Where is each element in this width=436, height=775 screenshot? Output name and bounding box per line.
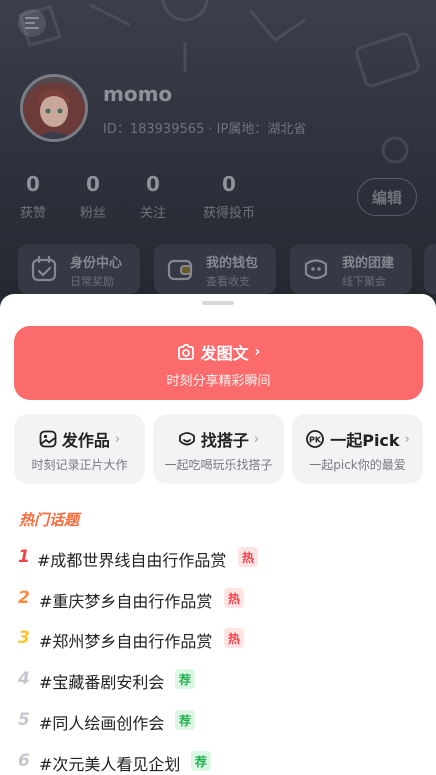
quick-card-identity-title: 身份中心 xyxy=(70,256,123,271)
quick-card-team-sub: 线下聚会 xyxy=(342,275,386,288)
topic-rank: 6 xyxy=(18,751,30,771)
topic-rank: 2 xyxy=(18,588,30,608)
stat-following-count: 0 xyxy=(146,172,160,196)
post-image-text-title: 发图文 xyxy=(200,344,249,363)
stat-fans-count: 0 xyxy=(86,172,100,196)
chevron-right-icon: › xyxy=(404,431,410,447)
stat-coins-label: 获得投币 xyxy=(202,206,255,221)
sheet-grabber[interactable] xyxy=(202,301,234,305)
avatar[interactable] xyxy=(20,74,88,142)
stat-coins[interactable]: 0 获得投币 xyxy=(198,172,260,221)
group-face-icon xyxy=(304,259,328,280)
wallet-icon xyxy=(167,259,193,281)
post-work-button[interactable]: 发作品 › 时刻记录正片大作 xyxy=(14,414,145,484)
chevron-right-icon: › xyxy=(254,344,261,360)
username: momo xyxy=(103,82,173,106)
image-icon xyxy=(39,430,57,448)
edit-profile-button[interactable]: 编辑 xyxy=(357,178,417,216)
pick-together-title: 一起Pick xyxy=(330,431,400,450)
stat-likes-label: 获赞 xyxy=(19,206,46,221)
svg-text:PK: PK xyxy=(309,436,322,445)
topic-name: #郑州梦乡自由行作品赏 xyxy=(39,632,213,651)
stat-fans-label: 粉丝 xyxy=(79,206,106,221)
topic-rank: 3 xyxy=(18,628,30,648)
post-image-text-button[interactable]: 发图文 › 时刻分享精彩瞬间 xyxy=(14,326,423,400)
topic-item[interactable]: 4 #宝藏番剧安利会 荐 xyxy=(0,667,436,692)
recommend-badge: 荐 xyxy=(175,669,195,689)
pick-together-button[interactable]: PK 一起Pick › 一起pick你的最爱 xyxy=(292,414,423,484)
hot-topics-heading: 热门话题 xyxy=(19,511,80,529)
quick-card-team[interactable]: 我的团建 线下聚会 xyxy=(290,244,412,294)
calendar-icon xyxy=(31,256,57,282)
find-partner-button[interactable]: 找搭子 › 一起吃喝玩乐找搭子 xyxy=(153,414,284,484)
post-image-text-sub: 时刻分享精彩瞬间 xyxy=(166,374,271,389)
hot-badge: 热 xyxy=(224,588,244,608)
quick-card-identity[interactable]: 身份中心 日常奖励 xyxy=(18,244,140,294)
menu-icon xyxy=(25,17,39,29)
topic-name: #重庆梦乡自由行作品赏 xyxy=(39,592,213,611)
quick-card-identity-sub: 日常奖励 xyxy=(70,275,114,288)
topic-name: #同人绘画创作会 xyxy=(39,714,165,733)
topic-rank: 4 xyxy=(18,669,30,689)
chevron-right-icon: › xyxy=(253,431,260,447)
pick-together-sub: 一起pick你的最爱 xyxy=(309,458,406,472)
find-partner-sub: 一起吃喝玩乐找搭子 xyxy=(164,458,273,472)
quick-card-wallet-sub: 查看收支 xyxy=(206,275,250,288)
stat-coins-count: 0 xyxy=(222,172,236,196)
user-id-location: ID：183939565 · IP属地：湖北省 xyxy=(103,122,307,137)
camera-icon xyxy=(177,344,194,360)
quick-card-team-title: 我的团建 xyxy=(342,256,395,271)
hot-badge: 热 xyxy=(224,628,244,648)
post-work-title: 发作品 xyxy=(61,431,110,450)
menu-button[interactable] xyxy=(18,9,46,37)
stat-fans[interactable]: 0 粉丝 xyxy=(76,172,110,221)
find-partner-title: 找搭子 xyxy=(200,431,249,450)
stat-likes[interactable]: 0 获赞 xyxy=(16,172,50,221)
stat-following[interactable]: 0 关注 xyxy=(136,172,170,221)
topic-item[interactable]: 2 #重庆梦乡自由行作品赏 热 xyxy=(0,586,436,611)
topic-item[interactable]: 3 #郑州梦乡自由行作品赏 热 xyxy=(0,626,436,651)
topic-item[interactable]: 1 #成都世界线自由行作品赏 热 xyxy=(0,545,436,570)
avatar-illustration xyxy=(23,77,85,139)
stat-following-label: 关注 xyxy=(139,206,166,221)
profile-header: momo ID：183939565 · IP属地：湖北省 0 获赞 0 粉丝 0… xyxy=(0,0,436,330)
topic-item[interactable]: 5 #同人绘画创作会 荐 xyxy=(0,708,436,733)
quick-card-wallet[interactable]: 我的钱包 查看收支 xyxy=(154,244,276,294)
recommend-badge: 荐 xyxy=(191,751,211,771)
topic-item[interactable]: 6 #次元美人看见企划 荐 xyxy=(0,749,436,774)
publish-sheet: 发图文 › 时刻分享精彩瞬间 发作品 › 时刻记录正片大作 找搭子 › 一起吃喝… xyxy=(0,294,436,775)
smile-icon xyxy=(178,432,195,446)
stat-likes-count: 0 xyxy=(26,172,40,196)
quick-card-more[interactable] xyxy=(424,244,436,294)
chevron-right-icon: › xyxy=(114,431,121,447)
topic-name: #宝藏番剧安利会 xyxy=(39,673,165,692)
topic-name: #次元美人看见企划 xyxy=(39,755,181,774)
topic-name: #成都世界线自由行作品赏 xyxy=(37,551,227,570)
topic-rank: 5 xyxy=(18,710,30,730)
pk-icon: PK xyxy=(306,430,325,448)
topic-rank: 1 xyxy=(18,547,30,567)
post-work-sub: 时刻记录正片大作 xyxy=(31,458,128,472)
quick-card-wallet-title: 我的钱包 xyxy=(206,256,259,271)
hot-badge: 热 xyxy=(238,547,258,567)
recommend-badge: 荐 xyxy=(175,710,195,730)
